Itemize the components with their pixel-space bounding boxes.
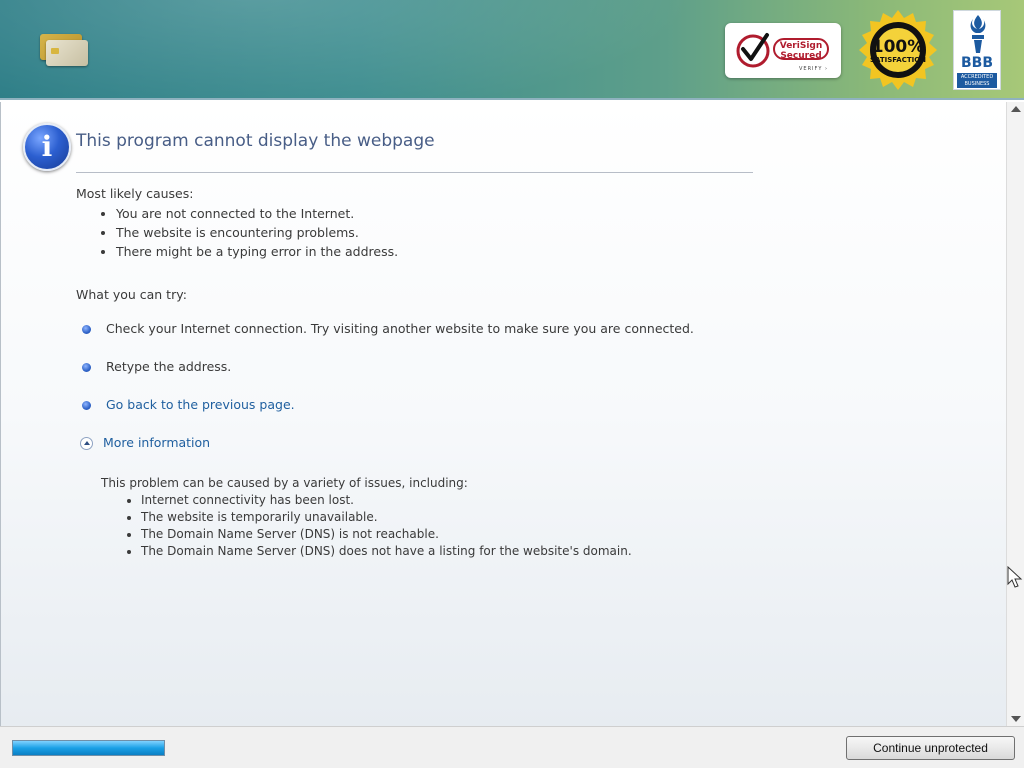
header-banner: VeriSign Secured VERIFY › 100% SATISFACT… xyxy=(0,0,1024,100)
details-list: Internet connectivity has been lost. The… xyxy=(123,493,632,561)
try-item-retype: Retype the address. xyxy=(80,359,231,374)
vertical-scrollbar[interactable] xyxy=(1006,102,1024,726)
list-item: You are not connected to the Internet. xyxy=(116,206,398,225)
list-item: The Domain Name Server (DNS) is not reac… xyxy=(141,527,632,544)
causes-heading: Most likely causes: xyxy=(76,186,194,201)
accredited-label: ACCREDITED BUSINESS xyxy=(957,73,997,88)
chevron-up-circle-icon[interactable] xyxy=(80,437,93,450)
try-item-label: Check your Internet connection. Try visi… xyxy=(106,321,694,336)
more-information-toggle[interactable]: More information xyxy=(80,435,210,450)
torch-icon xyxy=(970,15,986,53)
causes-list: You are not connected to the Internet. T… xyxy=(98,206,398,263)
bbb-accredited-badge[interactable]: BBB ACCREDITED BUSINESS xyxy=(953,10,1001,90)
list-item: There might be a typing error in the add… xyxy=(116,244,398,263)
bottom-bar: Continue unprotected xyxy=(0,726,1024,768)
checkmark-icon xyxy=(736,33,770,68)
mouse-cursor-icon xyxy=(1007,566,1023,588)
bbb-label: BBB xyxy=(960,55,993,71)
more-information-label[interactable]: More information xyxy=(103,435,210,450)
list-item: Internet connectivity has been lost. xyxy=(141,493,632,510)
scroll-down-icon[interactable] xyxy=(1011,716,1021,722)
scroll-up-icon[interactable] xyxy=(1011,106,1021,112)
try-item-check-connection: Check your Internet connection. Try visi… xyxy=(80,321,694,336)
list-item: The Domain Name Server (DNS) does not ha… xyxy=(141,544,632,561)
error-page-content: i This program cannot display the webpag… xyxy=(0,102,1006,726)
seal-text: SATISFACTION xyxy=(869,56,927,64)
verisign-label: VeriSign Secured xyxy=(773,38,829,61)
credit-cards-icon xyxy=(40,34,90,68)
blue-bullet-icon xyxy=(82,363,91,372)
details-heading: This problem can be caused by a variety … xyxy=(101,476,468,490)
list-item: The website is temporarily unavailable. xyxy=(141,510,632,527)
blue-bullet-icon xyxy=(82,325,91,334)
try-item-label: Retype the address. xyxy=(106,359,232,374)
satisfaction-guarantee-seal: 100% SATISFACTION xyxy=(858,10,938,90)
progress-fill xyxy=(13,741,164,755)
seal-percent: 100% xyxy=(871,37,925,57)
continue-unprotected-button[interactable]: Continue unprotected xyxy=(846,736,1015,760)
verify-label: VERIFY › xyxy=(799,66,829,72)
verisign-secured-badge[interactable]: VeriSign Secured VERIFY › xyxy=(725,23,841,78)
try-heading: What you can try: xyxy=(76,287,187,302)
blue-bullet-icon xyxy=(82,401,91,410)
list-item: The website is encountering problems. xyxy=(116,225,398,244)
info-icon: i xyxy=(23,123,71,171)
progress-bar xyxy=(12,740,165,756)
go-back-label[interactable]: Go back to the previous page. xyxy=(106,397,295,412)
go-back-link[interactable]: Go back to the previous page. xyxy=(80,397,295,412)
title-divider xyxy=(76,172,753,173)
page-title: This program cannot display the webpage xyxy=(76,131,435,151)
